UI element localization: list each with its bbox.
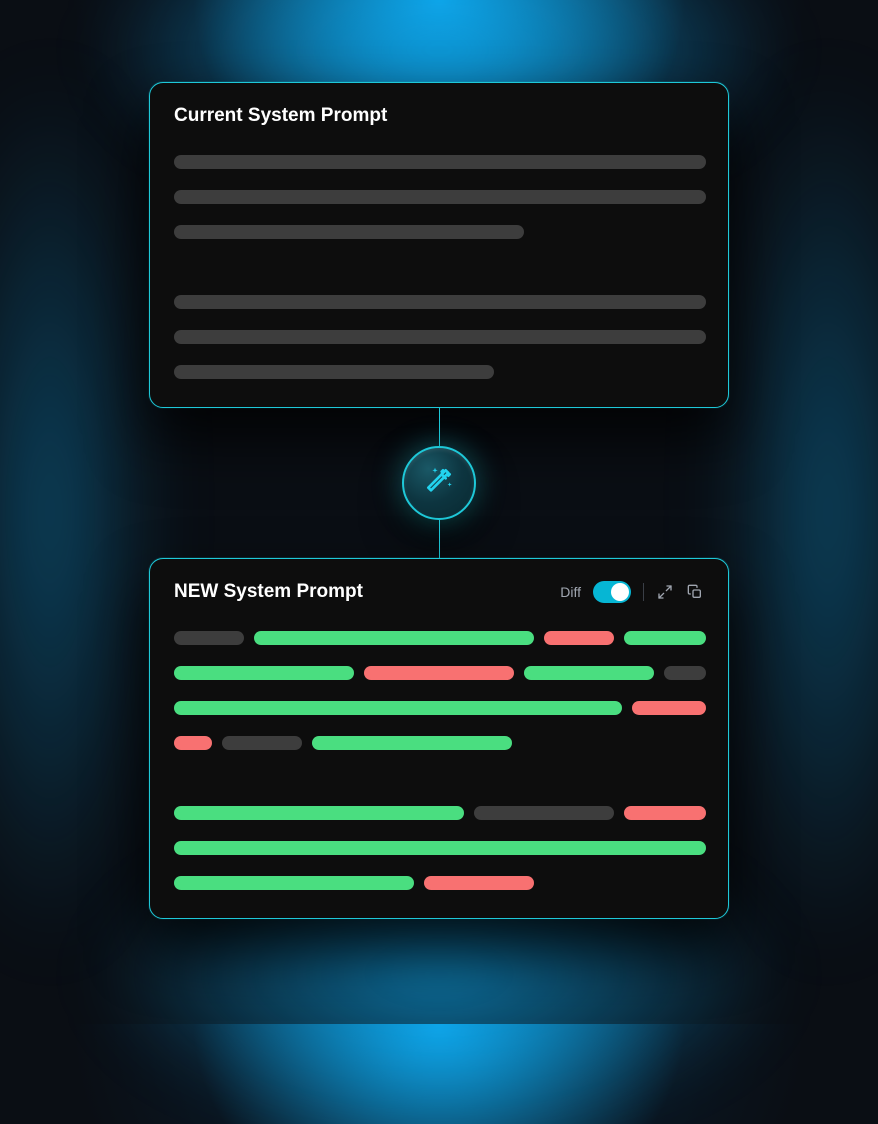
text-line <box>174 876 704 890</box>
text-segment <box>174 225 524 239</box>
expand-icon[interactable] <box>656 583 674 601</box>
text-segment <box>174 736 212 750</box>
text-segment <box>544 631 614 645</box>
text-line <box>174 841 704 855</box>
text-line <box>174 736 704 750</box>
text-line <box>174 666 704 680</box>
text-segment <box>664 666 706 680</box>
text-line <box>174 806 704 820</box>
text-line <box>174 631 704 645</box>
text-line <box>174 225 704 239</box>
text-segment <box>174 155 706 169</box>
text-segment <box>254 631 534 645</box>
diff-label: Diff <box>560 584 581 600</box>
controls-divider <box>643 583 644 601</box>
new-prompt-panel: NEW System Prompt Diff <box>149 558 729 919</box>
text-line <box>174 701 704 715</box>
new-prompt-title: NEW System Prompt <box>174 581 363 603</box>
text-segment <box>174 631 244 645</box>
text-segment <box>424 876 534 890</box>
text-line <box>174 365 704 379</box>
text-segment <box>174 365 494 379</box>
connector-line-bottom <box>439 520 440 558</box>
text-segment <box>624 631 706 645</box>
text-segment <box>174 190 706 204</box>
current-prompt-title: Current System Prompt <box>174 105 704 127</box>
connector-line-top <box>439 408 440 446</box>
text-segment <box>312 736 512 750</box>
text-segment <box>174 666 354 680</box>
copy-icon[interactable] <box>686 583 704 601</box>
new-prompt-content <box>174 631 704 890</box>
text-segment <box>624 806 706 820</box>
text-segment <box>174 876 414 890</box>
text-segment <box>174 295 706 309</box>
text-segment <box>174 701 622 715</box>
text-segment <box>364 666 514 680</box>
text-segment <box>632 701 706 715</box>
current-prompt-content <box>174 155 704 379</box>
text-segment <box>174 806 464 820</box>
text-segment <box>174 841 706 855</box>
diff-toggle[interactable] <box>593 581 631 603</box>
text-segment <box>174 330 706 344</box>
text-segment <box>222 736 302 750</box>
text-line <box>174 330 704 344</box>
text-segment <box>474 806 614 820</box>
text-line <box>174 190 704 204</box>
magic-wand-icon <box>423 465 455 502</box>
text-line <box>174 155 704 169</box>
text-line <box>174 295 704 309</box>
text-segment <box>524 666 654 680</box>
current-prompt-panel: Current System Prompt <box>149 82 729 408</box>
magic-wand-button[interactable] <box>402 446 476 520</box>
